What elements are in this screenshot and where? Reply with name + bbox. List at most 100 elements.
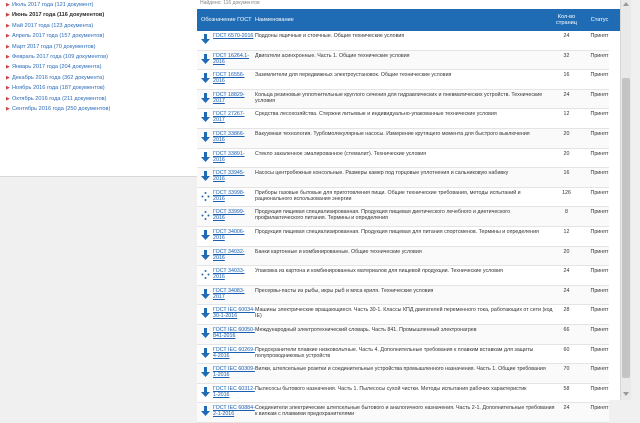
column-header-name[interactable]: Наименование	[255, 9, 555, 31]
status-text: Принят	[590, 366, 609, 373]
download-arrow-icon[interactable]	[201, 151, 210, 163]
gost-code-link[interactable]: ГОСТ IEC 60309-1-2016	[213, 366, 255, 378]
gost-code-link[interactable]: ГОСТ IEC 60312-1-2016	[213, 386, 255, 398]
sidebar-item-month[interactable]: ▶ Июль 2017 года (121 документ)	[0, 0, 214, 10]
gost-code-link[interactable]: ГОСТ 18829-2017	[213, 92, 255, 104]
download-arrow-icon[interactable]	[201, 347, 210, 359]
gost-code-link[interactable]: ГОСТ 6570-2016	[213, 33, 255, 39]
sidebar-item-month[interactable]: ▶ Декабрь 2016 года (362 документа)	[0, 73, 214, 83]
page-count: 24	[563, 287, 570, 294]
gost-code-link[interactable]: ГОСТ 34033-2016	[213, 268, 255, 280]
download-arrow-icon[interactable]	[201, 171, 210, 182]
gost-code-link[interactable]: ГОСТ 33891-2016	[213, 151, 255, 163]
status-text: Принят	[590, 72, 609, 79]
gost-code-link[interactable]: ГОСТ 34006-2016	[213, 229, 255, 241]
download-arrow-icon[interactable]	[201, 308, 210, 319]
page-count: 20	[563, 150, 570, 157]
table-header: Обозначение ГОСТ Наименование Кол-во стр…	[197, 9, 620, 31]
table-row: ГОСТ 33999-2016 Продукция пищевая специал…	[197, 207, 609, 227]
gost-code-link[interactable]: ГОСТ 33866-2016	[213, 131, 255, 143]
sidebar-item-month[interactable]: ▶ Июнь 2017 года (116 документов)	[0, 10, 214, 20]
gost-code-link[interactable]: ГОСТ 34083-2017	[213, 288, 255, 300]
gost-title: Кольца резиновые уплотнительные круглого…	[255, 91, 543, 104]
gost-title: Вилки, штепсельные розетки и соединитель…	[255, 366, 546, 373]
page-count: 58	[563, 385, 570, 392]
table-row: ГОСТ 34032-2016 Банки картонные и комбини…	[197, 246, 609, 267]
loading-dots-icon[interactable]	[201, 210, 210, 221]
loading-dots-icon[interactable]	[201, 269, 210, 280]
gost-code-link[interactable]: ГОСТ IEC 60884-2-1-2016	[213, 405, 255, 417]
sidebar-item-label: Декабрь 2016 года (362 документа)	[12, 74, 105, 81]
gost-title: Банки картонные и комбинированные. Общие…	[255, 248, 422, 255]
table-row: ГОСТ 16264.1-2016 Двигатели асинхронные. …	[197, 50, 609, 71]
gost-code-link[interactable]: ГОСТ IEC 60034-30-1-2016	[213, 307, 255, 319]
gost-code-link[interactable]: ГОСТ 33945-2016	[213, 170, 255, 182]
download-arrow-icon[interactable]	[201, 327, 210, 339]
sidebar-item-month[interactable]: ▶ Апрель 2017 года (157 документов)	[0, 31, 214, 41]
download-arrow-icon[interactable]	[201, 288, 210, 300]
download-arrow-icon[interactable]	[201, 112, 210, 123]
sidebar-item-month[interactable]: ▶ Октябрь 2016 года (211 документов)	[0, 94, 214, 104]
table-row: ГОСТ 34083-2017 Пресервы-пасты из рыбы, и…	[197, 285, 609, 306]
gost-title: Международный электротехнический словарь…	[255, 326, 477, 333]
gost-code-link[interactable]: ГОСТ 33999-2016	[213, 209, 255, 221]
gost-code-link[interactable]: ГОСТ IEC 60050-841-2016	[213, 327, 255, 339]
sidebar-item-label: Ноябрь 2016 года (187 документов)	[12, 85, 105, 92]
table-row: ГОСТ 33891-2016 Стекло закаленное эмалиро…	[197, 148, 609, 169]
loading-dots-icon[interactable]	[201, 191, 210, 202]
scroll-thumb[interactable]	[622, 78, 630, 378]
status-text: Принят	[590, 248, 609, 255]
sidebar-item-month[interactable]: ▶ Ноябрь 2016 года (187 документов)	[0, 83, 214, 93]
status-text: Принят	[590, 268, 609, 275]
download-arrow-icon[interactable]	[201, 53, 210, 65]
page-count: 8	[565, 209, 568, 216]
download-arrow-icon[interactable]	[201, 386, 210, 398]
gost-title: Средства лесохозяйства. Стержни литьевые…	[255, 111, 497, 118]
download-arrow-icon[interactable]	[201, 249, 210, 261]
table-row: ГОСТ IEC 60050-841-2016 Международный эле…	[197, 324, 609, 345]
gost-title: Продукция пищевая специализированная. Пр…	[255, 228, 539, 235]
column-header-status[interactable]: Статус	[583, 9, 616, 31]
sidebar-item-month[interactable]: ▶ Сентябрь 2016 года (250 документов)	[0, 104, 214, 114]
table-row: ГОСТ IEC 60034-30-1-2016 Машины электриче…	[197, 305, 609, 325]
column-header-pages[interactable]: Кол-во страниц	[554, 9, 579, 31]
sidebar-item-month[interactable]: ▶ Январь 2017 года (204 документа)	[0, 62, 214, 72]
page-count: 20	[563, 248, 570, 255]
page-count: 24	[563, 268, 570, 275]
table-row: ГОСТ IEC 60312-1-2016 Пылесосы бытового н…	[197, 383, 609, 404]
sidebar-item-label: Сентябрь 2016 года (250 документов)	[12, 105, 111, 112]
gost-title: Приборы газовые бытовые для приготовлени…	[255, 189, 521, 202]
gost-title: Продукция пищевая специализированная. Пр…	[255, 209, 511, 222]
table-row: ГОСТ 34033-2016 Упаковка из картона и ком…	[197, 266, 609, 286]
status-text: Принят	[590, 170, 609, 177]
sidebar-item-month[interactable]: ▶ Февраль 2017 года (109 документов)	[0, 52, 214, 62]
scroll-down-arrow-icon[interactable]	[623, 392, 629, 396]
gost-code-link[interactable]: ГОСТ IEC 60269-4-2016	[213, 347, 255, 359]
download-arrow-icon[interactable]	[201, 367, 210, 378]
gost-title: Соединители электрические штепсельные бы…	[255, 405, 555, 418]
gost-code-link[interactable]: ГОСТ 16556-2016	[213, 72, 255, 84]
page-count: 16	[563, 72, 570, 79]
gost-code-link[interactable]: ГОСТ 34032-2016	[213, 249, 255, 261]
status-text: Принят	[590, 150, 609, 157]
archive-month-list: ▶ Июль 2017 года (121 документ) ▶ Июнь 2017…	[0, 0, 214, 114]
gost-code-link[interactable]: ГОСТ 16264.1-2016	[213, 53, 255, 65]
scroll-up-arrow-icon[interactable]	[623, 2, 629, 6]
download-arrow-icon[interactable]	[201, 73, 210, 84]
download-arrow-icon[interactable]	[201, 92, 210, 104]
download-arrow-icon[interactable]	[201, 229, 210, 241]
gost-code-link[interactable]: ГОСТ 33998-2016	[213, 190, 255, 202]
download-arrow-icon[interactable]	[201, 131, 210, 143]
sidebar-item-month[interactable]: ▶ Март 2017 года (70 документов)	[0, 42, 214, 52]
table-row: ГОСТ 33866-2016 Вакуумная технология. Тур…	[197, 128, 609, 149]
gost-table-body: ГОСТ 6570-2016 Поддоны ящичные и стоечные…	[197, 31, 609, 423]
column-header-code[interactable]: Обозначение ГОСТ	[201, 9, 253, 31]
vertical-scrollbar[interactable]	[620, 0, 631, 400]
gost-title: Упаковка из картона и комбинированных ма…	[255, 268, 503, 275]
table-row: ГОСТ 6570-2016 Поддоны ящичные и стоечные…	[197, 31, 609, 51]
download-arrow-icon[interactable]	[201, 406, 210, 417]
gost-code-link[interactable]: ГОСТ 27267-2017	[213, 111, 255, 123]
download-arrow-icon[interactable]	[201, 34, 210, 45]
status-text: Принят	[590, 307, 609, 314]
sidebar-item-month[interactable]: ▶ Май 2017 года (123 документа)	[0, 21, 214, 31]
